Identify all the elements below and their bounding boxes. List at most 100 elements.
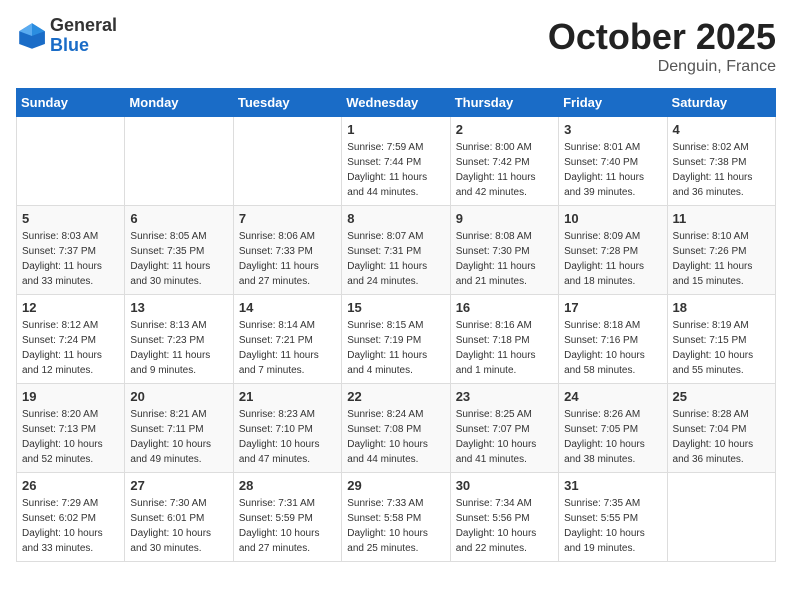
weekday-header-sunday: Sunday [17,89,125,117]
day-info: Sunrise: 8:02 AM Sunset: 7:38 PM Dayligh… [673,140,770,200]
day-number: 22 [347,389,444,404]
day-number: 25 [673,389,770,404]
day-info: Sunrise: 8:12 AM Sunset: 7:24 PM Dayligh… [22,318,119,378]
day-number: 27 [130,478,227,493]
day-info: Sunrise: 8:09 AM Sunset: 7:28 PM Dayligh… [564,229,661,289]
day-number: 9 [456,211,553,226]
calendar-cell: 25 Sunrise: 8:28 AM Sunset: 7:04 PM Dayli… [667,384,775,473]
day-info: Sunrise: 8:10 AM Sunset: 7:26 PM Dayligh… [673,229,770,289]
calendar-cell: 28 Sunrise: 7:31 AM Sunset: 5:59 PM Dayli… [233,473,341,562]
day-info: Sunrise: 8:05 AM Sunset: 7:35 PM Dayligh… [130,229,227,289]
calendar-cell: 15Sunrise: 8:15 AM Sunset: 7:19 PM Dayli… [342,295,450,384]
month-title: October 2025 [548,16,776,58]
calendar-cell: 18 Sunrise: 8:19 AM Sunset: 7:15 PM Dayli… [667,295,775,384]
day-info: Sunrise: 7:59 AM Sunset: 7:44 PM Dayligh… [347,140,444,200]
day-number: 6 [130,211,227,226]
calendar-week-2: 5 Sunrise: 8:03 AM Sunset: 7:37 PM Daylig… [17,206,776,295]
day-number: 19 [22,389,119,404]
day-number: 24 [564,389,661,404]
calendar-cell [233,117,341,206]
calendar-cell: 10 Sunrise: 8:09 AM Sunset: 7:28 PM Dayli… [559,206,667,295]
day-info: Sunrise: 7:34 AM Sunset: 5:56 PM Dayligh… [456,496,553,556]
calendar-cell: 13 Sunrise: 8:13 AM Sunset: 7:23 PM Dayli… [125,295,233,384]
calendar-cell: 23Sunrise: 8:25 AM Sunset: 7:07 PM Dayli… [450,384,558,473]
calendar-week-1: 1 Sunrise: 7:59 AM Sunset: 7:44 PM Daylig… [17,117,776,206]
calendar-cell: 29Sunrise: 7:33 AM Sunset: 5:58 PM Dayli… [342,473,450,562]
day-number: 20 [130,389,227,404]
day-info: Sunrise: 8:26 AM Sunset: 7:05 PM Dayligh… [564,407,661,467]
calendar-cell [667,473,775,562]
calendar-cell: 11 Sunrise: 8:10 AM Sunset: 7:26 PM Dayli… [667,206,775,295]
calendar-cell: 2Sunrise: 8:00 AM Sunset: 7:42 PM Daylig… [450,117,558,206]
day-info: Sunrise: 8:23 AM Sunset: 7:10 PM Dayligh… [239,407,336,467]
day-number: 7 [239,211,336,226]
calendar-cell: 26 Sunrise: 7:29 AM Sunset: 6:02 PM Dayli… [17,473,125,562]
day-number: 13 [130,300,227,315]
calendar-cell: 19 Sunrise: 8:20 AM Sunset: 7:13 PM Dayli… [17,384,125,473]
day-number: 5 [22,211,119,226]
day-number: 1 [347,122,444,137]
location: Denguin, France [548,58,776,76]
calendar-cell: 21 Sunrise: 8:23 AM Sunset: 7:10 PM Dayli… [233,384,341,473]
day-number: 4 [673,122,770,137]
day-info: Sunrise: 8:20 AM Sunset: 7:13 PM Dayligh… [22,407,119,467]
day-number: 8 [347,211,444,226]
calendar-cell: 22Sunrise: 8:24 AM Sunset: 7:08 PM Dayli… [342,384,450,473]
weekday-header-wednesday: Wednesday [342,89,450,117]
day-info: Sunrise: 8:16 AM Sunset: 7:18 PM Dayligh… [456,318,553,378]
day-number: 28 [239,478,336,493]
day-info: Sunrise: 8:13 AM Sunset: 7:23 PM Dayligh… [130,318,227,378]
calendar-cell [125,117,233,206]
calendar-week-3: 12Sunrise: 8:12 AM Sunset: 7:24 PM Dayli… [17,295,776,384]
day-number: 2 [456,122,553,137]
calendar-cell: 6 Sunrise: 8:05 AM Sunset: 7:35 PM Daylig… [125,206,233,295]
day-info: Sunrise: 8:19 AM Sunset: 7:15 PM Dayligh… [673,318,770,378]
weekday-header-friday: Friday [559,89,667,117]
day-number: 17 [564,300,661,315]
calendar-cell: 8Sunrise: 8:07 AM Sunset: 7:31 PM Daylig… [342,206,450,295]
day-number: 15 [347,300,444,315]
calendar-cell: 1 Sunrise: 7:59 AM Sunset: 7:44 PM Daylig… [342,117,450,206]
calendar-cell: 30 Sunrise: 7:34 AM Sunset: 5:56 PM Dayli… [450,473,558,562]
calendar-cell: 3Sunrise: 8:01 AM Sunset: 7:40 PM Daylig… [559,117,667,206]
day-info: Sunrise: 8:06 AM Sunset: 7:33 PM Dayligh… [239,229,336,289]
calendar-cell: 12Sunrise: 8:12 AM Sunset: 7:24 PM Dayli… [17,295,125,384]
logo: General Blue [16,16,117,56]
calendar-cell: 20Sunrise: 8:21 AM Sunset: 7:11 PM Dayli… [125,384,233,473]
day-number: 18 [673,300,770,315]
day-info: Sunrise: 8:08 AM Sunset: 7:30 PM Dayligh… [456,229,553,289]
day-info: Sunrise: 7:30 AM Sunset: 6:01 PM Dayligh… [130,496,227,556]
calendar-cell: 9 Sunrise: 8:08 AM Sunset: 7:30 PM Daylig… [450,206,558,295]
calendar-cell [17,117,125,206]
weekday-header-thursday: Thursday [450,89,558,117]
day-info: Sunrise: 7:33 AM Sunset: 5:58 PM Dayligh… [347,496,444,556]
calendar-cell: 17Sunrise: 8:18 AM Sunset: 7:16 PM Dayli… [559,295,667,384]
calendar-cell: 5 Sunrise: 8:03 AM Sunset: 7:37 PM Daylig… [17,206,125,295]
calendar-cell: 24 Sunrise: 8:26 AM Sunset: 7:05 PM Dayli… [559,384,667,473]
calendar-week-4: 19 Sunrise: 8:20 AM Sunset: 7:13 PM Dayli… [17,384,776,473]
calendar-cell: 31Sunrise: 7:35 AM Sunset: 5:55 PM Dayli… [559,473,667,562]
calendar-cell: 7 Sunrise: 8:06 AM Sunset: 7:33 PM Daylig… [233,206,341,295]
weekday-header-tuesday: Tuesday [233,89,341,117]
day-info: Sunrise: 7:35 AM Sunset: 5:55 PM Dayligh… [564,496,661,556]
day-number: 10 [564,211,661,226]
calendar-table: SundayMondayTuesdayWednesdayThursdayFrid… [16,88,776,562]
page-header: General Blue October 2025 Denguin, Franc… [16,16,776,76]
logo-icon [16,20,48,52]
day-info: Sunrise: 8:25 AM Sunset: 7:07 PM Dayligh… [456,407,553,467]
calendar-cell: 16Sunrise: 8:16 AM Sunset: 7:18 PM Dayli… [450,295,558,384]
calendar-cell: 27 Sunrise: 7:30 AM Sunset: 6:01 PM Dayli… [125,473,233,562]
calendar-cell: 4 Sunrise: 8:02 AM Sunset: 7:38 PM Daylig… [667,117,775,206]
day-info: Sunrise: 8:03 AM Sunset: 7:37 PM Dayligh… [22,229,119,289]
day-number: 21 [239,389,336,404]
day-number: 11 [673,211,770,226]
day-info: Sunrise: 7:31 AM Sunset: 5:59 PM Dayligh… [239,496,336,556]
day-info: Sunrise: 8:28 AM Sunset: 7:04 PM Dayligh… [673,407,770,467]
day-info: Sunrise: 8:01 AM Sunset: 7:40 PM Dayligh… [564,140,661,200]
calendar-cell: 14Sunrise: 8:14 AM Sunset: 7:21 PM Dayli… [233,295,341,384]
day-number: 26 [22,478,119,493]
weekday-header-saturday: Saturday [667,89,775,117]
logo-text: General Blue [50,16,117,56]
day-number: 30 [456,478,553,493]
day-info: Sunrise: 7:29 AM Sunset: 6:02 PM Dayligh… [22,496,119,556]
